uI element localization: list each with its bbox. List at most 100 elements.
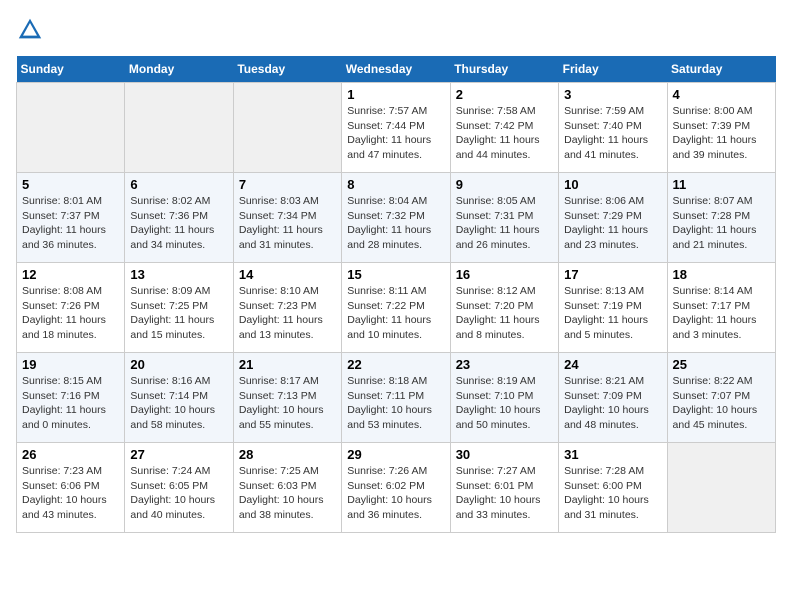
cell-text: Sunrise: 8:17 AMSunset: 7:13 PMDaylight:… — [239, 375, 324, 431]
calendar-cell: 4 Sunrise: 8:00 AMSunset: 7:39 PMDaylight… — [667, 83, 775, 173]
cell-text: Sunrise: 7:23 AMSunset: 6:06 PMDaylight:… — [22, 465, 107, 521]
calendar-cell: 10 Sunrise: 8:06 AMSunset: 7:29 PMDayligh… — [559, 173, 667, 263]
calendar-cell: 26 Sunrise: 7:23 AMSunset: 6:06 PMDayligh… — [17, 443, 125, 533]
cell-text: Sunrise: 8:04 AMSunset: 7:32 PMDaylight:… — [347, 195, 431, 251]
week-row-1: 1 Sunrise: 7:57 AMSunset: 7:44 PMDaylight… — [17, 83, 776, 173]
day-number: 15 — [347, 267, 444, 282]
calendar-cell: 28Sunrise: 7:25 AMSunset: 6:03 PMDayligh… — [233, 443, 341, 533]
logo-icon — [16, 16, 44, 44]
cell-text: Sunrise: 8:15 AMSunset: 7:16 PMDaylight:… — [22, 375, 106, 431]
cell-text: Sunrise: 8:13 AMSunset: 7:19 PMDaylight:… — [564, 285, 648, 341]
cell-text: Sunrise: 8:06 AMSunset: 7:29 PMDaylight:… — [564, 195, 648, 251]
cell-text: Sunrise: 7:24 AMSunset: 6:05 PMDaylight:… — [130, 465, 215, 521]
day-number: 9 — [456, 177, 553, 192]
calendar-cell: 15 Sunrise: 8:11 AMSunset: 7:22 PMDayligh… — [342, 263, 450, 353]
cell-text: Sunrise: 8:00 AMSunset: 7:39 PMDaylight:… — [673, 105, 757, 161]
day-number: 16 — [456, 267, 553, 282]
day-number: 19 — [22, 357, 119, 372]
day-number: 5 — [22, 177, 119, 192]
cell-text: Sunrise: 8:22 AMSunset: 7:07 PMDaylight:… — [673, 375, 758, 431]
day-header-wednesday: Wednesday — [342, 56, 450, 83]
cell-text: Sunrise: 7:27 AMSunset: 6:01 PMDaylight:… — [456, 465, 541, 521]
header-row: SundayMondayTuesdayWednesdayThursdayFrid… — [17, 56, 776, 83]
day-number: 18 — [673, 267, 770, 282]
calendar-cell: 19 Sunrise: 8:15 AMSunset: 7:16 PMDayligh… — [17, 353, 125, 443]
day-number: 3 — [564, 87, 661, 102]
day-number: 22 — [347, 357, 444, 372]
day-number: 17 — [564, 267, 661, 282]
day-number: 27 — [130, 447, 227, 462]
cell-text: Sunrise: 8:10 AMSunset: 7:23 PMDaylight:… — [239, 285, 323, 341]
calendar-cell: 22Sunrise: 8:18 AMSunset: 7:11 PMDayligh… — [342, 353, 450, 443]
cell-text: Sunrise: 7:59 AMSunset: 7:40 PMDaylight:… — [564, 105, 648, 161]
calendar-cell: 30 Sunrise: 7:27 AMSunset: 6:01 PMDayligh… — [450, 443, 558, 533]
day-header-saturday: Saturday — [667, 56, 775, 83]
day-number: 23 — [456, 357, 553, 372]
cell-text: Sunrise: 8:01 AMSunset: 7:37 PMDaylight:… — [22, 195, 106, 251]
day-header-monday: Monday — [125, 56, 233, 83]
calendar-cell: 2 Sunrise: 7:58 AMSunset: 7:42 PMDaylight… — [450, 83, 558, 173]
cell-text: Sunrise: 8:21 AMSunset: 7:09 PMDaylight:… — [564, 375, 649, 431]
calendar-cell: 21Sunrise: 8:17 AMSunset: 7:13 PMDayligh… — [233, 353, 341, 443]
day-header-sunday: Sunday — [17, 56, 125, 83]
week-row-2: 5 Sunrise: 8:01 AMSunset: 7:37 PMDaylight… — [17, 173, 776, 263]
calendar-cell: 6Sunrise: 8:02 AMSunset: 7:36 PMDaylight… — [125, 173, 233, 263]
cell-text: Sunrise: 7:28 AMSunset: 6:00 PMDaylight:… — [564, 465, 649, 521]
calendar-cell: 3 Sunrise: 7:59 AMSunset: 7:40 PMDaylight… — [559, 83, 667, 173]
calendar-cell: 27 Sunrise: 7:24 AMSunset: 6:05 PMDayligh… — [125, 443, 233, 533]
cell-text: Sunrise: 8:08 AMSunset: 7:26 PMDaylight:… — [22, 285, 106, 341]
day-number: 2 — [456, 87, 553, 102]
day-number: 31 — [564, 447, 661, 462]
day-number: 4 — [673, 87, 770, 102]
calendar-cell — [125, 83, 233, 173]
day-number: 11 — [673, 177, 770, 192]
cell-text: Sunrise: 7:26 AMSunset: 6:02 PMDaylight:… — [347, 465, 432, 521]
cell-text: Sunrise: 8:14 AMSunset: 7:17 PMDaylight:… — [673, 285, 757, 341]
calendar-cell: 17 Sunrise: 8:13 AMSunset: 7:19 PMDayligh… — [559, 263, 667, 353]
day-number: 30 — [456, 447, 553, 462]
logo — [16, 16, 48, 44]
day-number: 26 — [22, 447, 119, 462]
cell-text: Sunrise: 8:11 AMSunset: 7:22 PMDaylight:… — [347, 285, 431, 341]
day-number: 10 — [564, 177, 661, 192]
calendar-cell: 1 Sunrise: 7:57 AMSunset: 7:44 PMDaylight… — [342, 83, 450, 173]
calendar-cell: 9 Sunrise: 8:05 AMSunset: 7:31 PMDaylight… — [450, 173, 558, 263]
day-number: 7 — [239, 177, 336, 192]
day-number: 25 — [673, 357, 770, 372]
cell-text: Sunrise: 7:57 AMSunset: 7:44 PMDaylight:… — [347, 105, 431, 161]
day-number: 24 — [564, 357, 661, 372]
week-row-5: 26 Sunrise: 7:23 AMSunset: 6:06 PMDayligh… — [17, 443, 776, 533]
week-row-3: 12 Sunrise: 8:08 AMSunset: 7:26 PMDayligh… — [17, 263, 776, 353]
calendar-cell: 23 Sunrise: 8:19 AMSunset: 7:10 PMDayligh… — [450, 353, 558, 443]
calendar-cell — [17, 83, 125, 173]
day-header-thursday: Thursday — [450, 56, 558, 83]
calendar-cell: 5 Sunrise: 8:01 AMSunset: 7:37 PMDaylight… — [17, 173, 125, 263]
calendar-cell: 18 Sunrise: 8:14 AMSunset: 7:17 PMDayligh… — [667, 263, 775, 353]
cell-text: Sunrise: 8:16 AMSunset: 7:14 PMDaylight:… — [130, 375, 215, 431]
cell-text: Sunrise: 7:58 AMSunset: 7:42 PMDaylight:… — [456, 105, 540, 161]
day-number: 28 — [239, 447, 336, 462]
cell-text: Sunrise: 8:19 AMSunset: 7:10 PMDaylight:… — [456, 375, 541, 431]
week-row-4: 19 Sunrise: 8:15 AMSunset: 7:16 PMDayligh… — [17, 353, 776, 443]
day-header-friday: Friday — [559, 56, 667, 83]
day-number: 1 — [347, 87, 444, 102]
calendar-cell: 20Sunrise: 8:16 AMSunset: 7:14 PMDayligh… — [125, 353, 233, 443]
cell-text: Sunrise: 8:09 AMSunset: 7:25 PMDaylight:… — [130, 285, 214, 341]
page-header — [16, 16, 776, 44]
cell-text: Sunrise: 8:05 AMSunset: 7:31 PMDaylight:… — [456, 195, 540, 251]
calendar-table: SundayMondayTuesdayWednesdayThursdayFrid… — [16, 56, 776, 533]
calendar-cell: 16 Sunrise: 8:12 AMSunset: 7:20 PMDayligh… — [450, 263, 558, 353]
calendar-cell: 8 Sunrise: 8:04 AMSunset: 7:32 PMDaylight… — [342, 173, 450, 263]
day-number: 13 — [130, 267, 227, 282]
cell-text: Sunrise: 8:02 AMSunset: 7:36 PMDaylight:… — [130, 195, 214, 251]
calendar-cell: 25 Sunrise: 8:22 AMSunset: 7:07 PMDayligh… — [667, 353, 775, 443]
calendar-cell: 29Sunrise: 7:26 AMSunset: 6:02 PMDayligh… — [342, 443, 450, 533]
calendar-cell: 31 Sunrise: 7:28 AMSunset: 6:00 PMDayligh… — [559, 443, 667, 533]
cell-text: Sunrise: 8:07 AMSunset: 7:28 PMDaylight:… — [673, 195, 757, 251]
cell-text: Sunrise: 8:12 AMSunset: 7:20 PMDaylight:… — [456, 285, 540, 341]
calendar-cell — [233, 83, 341, 173]
cell-text: Sunrise: 8:03 AMSunset: 7:34 PMDaylight:… — [239, 195, 323, 251]
day-number: 8 — [347, 177, 444, 192]
calendar-cell: 11 Sunrise: 8:07 AMSunset: 7:28 PMDayligh… — [667, 173, 775, 263]
day-number: 12 — [22, 267, 119, 282]
